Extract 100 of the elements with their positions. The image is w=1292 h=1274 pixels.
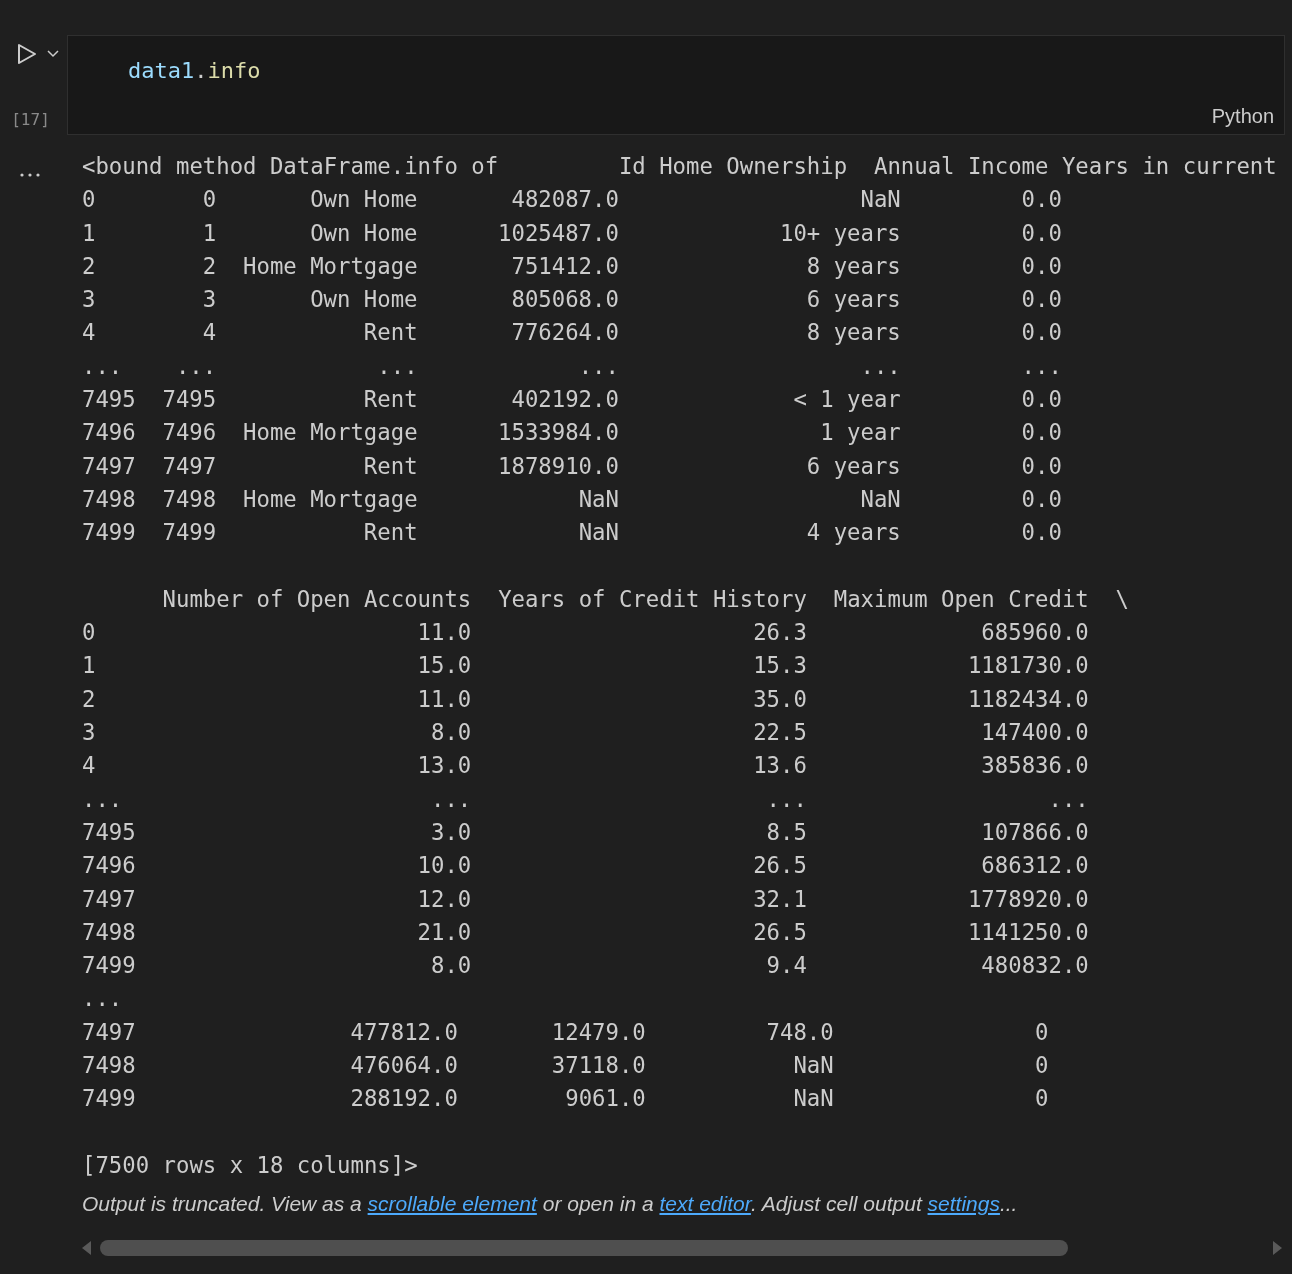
- table-cell-text: 11.0: [416, 618, 472, 648]
- table-cell-text: ...: [430, 784, 472, 814]
- table-cell-text: 0.0: [1020, 285, 1062, 315]
- output-text: ...: [82, 984, 123, 1014]
- table-cell-text: Rent: [362, 518, 418, 548]
- chevron-down-icon[interactable]: [46, 50, 59, 58]
- more-icon[interactable]: [19, 172, 41, 178]
- row-index: 4: [82, 318, 97, 348]
- table-cell-text: 26.5: [752, 917, 807, 947]
- row-index: 7498: [82, 484, 136, 514]
- table-cell-text: 26.5: [752, 851, 807, 881]
- table-cell-text: Own Home: [309, 218, 418, 248]
- column-header: Id: [617, 152, 646, 181]
- row-index: 1: [82, 651, 97, 681]
- table-cell-text: 0.0: [1020, 484, 1062, 514]
- table-cell-text: 6 years: [805, 451, 901, 481]
- table-cell-text: 385836.0: [980, 751, 1089, 781]
- table-cell-text: 8 years: [805, 251, 901, 281]
- notice-link[interactable]: settings: [927, 1192, 1000, 1216]
- code-editor[interactable]: data1.info Python: [67, 35, 1285, 135]
- output-text: [7500 rows x 18 columns]>: [82, 1150, 418, 1180]
- table-cell-text: 477812.0: [349, 1017, 458, 1047]
- run-icon[interactable]: [16, 43, 37, 65]
- scroll-left-icon[interactable]: [82, 1241, 92, 1256]
- row-index: 7498: [82, 1051, 136, 1080]
- table-cell-text: 776264.0: [510, 318, 619, 348]
- table-cell-text: 7496: [161, 418, 217, 448]
- table-cell-text: 21.0: [416, 917, 472, 947]
- row-index: 7499: [82, 951, 136, 981]
- column-header: Annual Income: [872, 152, 1049, 181]
- table-cell-text: 11.0: [416, 684, 472, 714]
- scrollbar-thumb[interactable]: [100, 1240, 1068, 1257]
- table-cell-text: 10+ years: [778, 218, 901, 248]
- table-cell-text: 4: [201, 318, 217, 348]
- table-cell-text: 32.1: [752, 884, 807, 914]
- row-index: 7495: [82, 385, 136, 415]
- language-label[interactable]: Python: [1211, 105, 1274, 128]
- table-cell-text: 0.0: [1020, 385, 1062, 415]
- table-cell-text: 15.3: [752, 651, 807, 681]
- table-cell-text: ...: [174, 351, 217, 381]
- row-index: 7498: [82, 917, 136, 947]
- row-index: 1: [82, 218, 97, 248]
- table-cell-text: 1878910.0: [497, 451, 619, 481]
- table-cell-text: 7498: [161, 484, 217, 514]
- table-cell-text: 147400.0: [980, 718, 1089, 748]
- table-cell-text: 13.6: [752, 751, 807, 781]
- table-cell-text: 476064.0: [349, 1051, 458, 1080]
- table-cell-text: 1141250.0: [966, 917, 1089, 947]
- table-cell-text: Own Home: [309, 185, 418, 215]
- table-cell-text: Home Mortgage: [242, 484, 418, 514]
- table-cell-text: 0: [201, 185, 217, 215]
- table-cell-text: ...: [376, 351, 418, 381]
- table-cell-text: 2: [201, 251, 217, 281]
- table-cell-text: ...: [765, 784, 807, 814]
- table-cell-text: Own Home: [309, 285, 418, 315]
- table-cell-text: 686312.0: [980, 851, 1089, 881]
- table-cell-text: 805068.0: [510, 285, 619, 315]
- table-cell-text: 0.0: [1020, 518, 1062, 548]
- table-cell-text: 3: [201, 285, 217, 315]
- table-cell-text: 1 year: [819, 418, 901, 448]
- column-header: Years in current: [1060, 152, 1277, 181]
- table-cell-text: 13.0: [416, 751, 472, 781]
- table-cell-text: 4 years: [805, 518, 901, 548]
- table-cell-text: 1181730.0: [966, 651, 1089, 681]
- table-cell-text: Rent: [362, 318, 418, 348]
- table-cell-text: 1778920.0: [966, 884, 1089, 914]
- notice-link[interactable]: text editor: [659, 1192, 751, 1216]
- table-cell-text: ...: [577, 351, 619, 381]
- column-header: Home Ownership: [658, 152, 848, 181]
- table-cell-text: 12.0: [416, 884, 472, 914]
- row-index: 7497: [82, 451, 136, 481]
- table-cell-text: 8 years: [805, 318, 901, 348]
- table-cell-text: 10.0: [416, 851, 472, 881]
- execution-count: [17]: [11, 110, 50, 129]
- column-header: \: [1114, 584, 1130, 614]
- row-index: 0: [82, 618, 97, 648]
- table-cell-text: 7499: [161, 518, 217, 548]
- table-cell-text: 7495: [161, 385, 217, 415]
- notice-link[interactable]: scrollable element: [367, 1192, 537, 1216]
- row-index: 7497: [82, 1017, 136, 1047]
- table-cell-text: 402192.0: [510, 385, 619, 415]
- row-index: 7496: [82, 851, 136, 881]
- scroll-right-icon[interactable]: [1272, 1241, 1282, 1256]
- table-cell-text: NaN: [792, 1051, 834, 1080]
- table-cell-text: 480832.0: [980, 951, 1089, 981]
- table-cell-text: 288192.0: [349, 1084, 458, 1114]
- table-cell-text: 7497: [161, 451, 217, 481]
- row-index: 3: [82, 718, 97, 748]
- row-index: 7499: [82, 518, 136, 548]
- table-cell-text: Home Mortgage: [242, 251, 418, 281]
- table-cell-text: 15.0: [416, 651, 472, 681]
- table-cell-text: ...: [1047, 784, 1089, 814]
- table-cell-text: ...: [859, 351, 901, 381]
- table-cell-text: 6 years: [805, 285, 901, 315]
- column-header: Number of Open Accounts: [161, 584, 472, 614]
- table-cell-text: NaN: [577, 484, 619, 514]
- row-index: 7497: [82, 884, 136, 914]
- table-cell-text: 1182434.0: [966, 684, 1089, 714]
- table-cell-text: 0.0: [1020, 318, 1062, 348]
- table-cell-text: 37118.0: [550, 1051, 646, 1080]
